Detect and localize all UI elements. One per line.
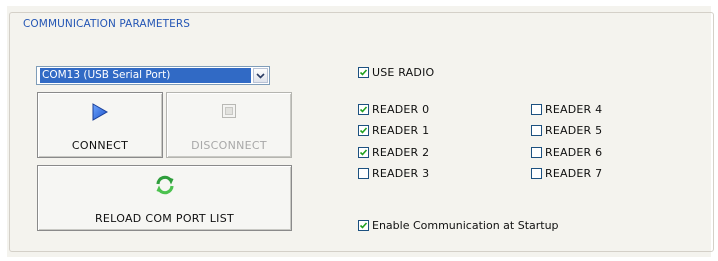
- reload-com-port-list-button[interactable]: RELOAD COM PORT LIST: [37, 165, 292, 231]
- reader-6-label: READER 6: [545, 146, 603, 159]
- reader-4-checkbox[interactable]: READER 4: [531, 103, 602, 116]
- enable-communication-at-startup-checkbox[interactable]: Enable Communication at Startup: [358, 219, 559, 232]
- reader-3-label: READER 3: [372, 167, 430, 180]
- stop-icon: [222, 104, 236, 121]
- reload-label: RELOAD COM PORT LIST: [94, 212, 235, 225]
- reader-2-checkbox[interactable]: READER 2: [358, 146, 429, 159]
- reader-7-label: READER 7: [545, 167, 603, 180]
- reader-1-label: READER 1: [372, 124, 430, 137]
- checkbox-box[interactable]: [531, 104, 542, 115]
- group-title: COMMUNICATION PARAMETERS: [21, 18, 193, 30]
- checkbox-box[interactable]: [531, 168, 542, 179]
- connect-button[interactable]: CONNECT: [37, 92, 163, 158]
- com-port-select-value: COM13 (USB Serial Port): [40, 68, 251, 83]
- reader-1-checkbox[interactable]: READER 1: [358, 124, 429, 137]
- checkbox-box[interactable]: [358, 168, 369, 179]
- reader-5-label: READER 5: [545, 124, 603, 137]
- reader-4-label: READER 4: [545, 103, 603, 116]
- reader-7-checkbox[interactable]: READER 7: [531, 167, 602, 180]
- connect-label: CONNECT: [71, 139, 129, 152]
- reader-2-label: READER 2: [372, 146, 430, 159]
- com-port-select[interactable]: COM13 (USB Serial Port): [36, 66, 270, 85]
- checkbox-box[interactable]: [358, 147, 369, 158]
- checkbox-box[interactable]: [531, 125, 542, 136]
- reader-0-checkbox[interactable]: READER 0: [358, 103, 429, 116]
- checkbox-box[interactable]: [358, 220, 369, 231]
- reader-3-checkbox[interactable]: READER 3: [358, 167, 429, 180]
- chevron-down-icon[interactable]: [253, 68, 268, 83]
- refresh-icon: [154, 174, 176, 199]
- checkbox-box[interactable]: [358, 104, 369, 115]
- play-icon: [92, 103, 109, 124]
- reader-6-checkbox[interactable]: READER 6: [531, 146, 602, 159]
- use-radio-label: USE RADIO: [372, 66, 435, 79]
- disconnect-button[interactable]: DISCONNECT: [166, 92, 292, 158]
- checkbox-box[interactable]: [531, 147, 542, 158]
- disconnect-label: DISCONNECT: [191, 139, 267, 152]
- use-radio-checkbox[interactable]: USE RADIO: [358, 66, 434, 79]
- reader-0-label: READER 0: [372, 103, 430, 116]
- checkbox-box[interactable]: [358, 67, 369, 78]
- checkbox-box[interactable]: [358, 125, 369, 136]
- reader-5-checkbox[interactable]: READER 5: [531, 124, 602, 137]
- startup-label: Enable Communication at Startup: [372, 219, 559, 232]
